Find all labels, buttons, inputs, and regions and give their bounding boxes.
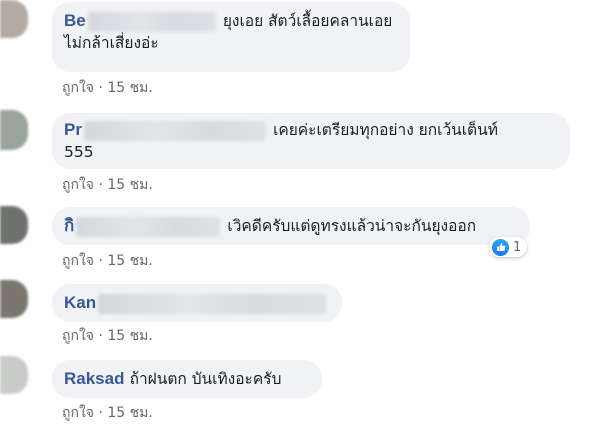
like-button[interactable]: ถูกใจ — [62, 253, 94, 269]
like-button[interactable]: ถูกใจ — [62, 405, 94, 421]
comment-actions: ถูกใจ · 15 ชม. — [62, 250, 153, 272]
redacted-name — [87, 11, 216, 32]
comment-actions: ถูกใจ · 15 ชม. — [62, 77, 153, 99]
separator: · — [98, 253, 103, 269]
comment-actions: ถูกใจ · 15 ชม. — [62, 174, 153, 196]
like-button[interactable]: ถูกใจ — [62, 328, 94, 344]
separator: · — [98, 80, 103, 96]
comment-author[interactable]: กิ — [64, 216, 74, 235]
comment-author[interactable]: Pr — [64, 120, 82, 139]
comment-actions: ถูกใจ · 15 ชม. — [62, 325, 153, 347]
like-button[interactable]: ถูกใจ — [62, 177, 94, 193]
comment-text: เคยค่ะเตรียมทุกอย่าง ยกเว้นเต็นท์ — [273, 121, 498, 139]
comment-author[interactable]: Raksad — [64, 369, 124, 388]
separator: · — [98, 328, 103, 344]
comment-text: ไม่กล้าเสี่ยงอ่ะ — [64, 34, 159, 52]
redacted-name — [98, 293, 327, 314]
reaction-count[interactable]: 1 — [489, 237, 528, 257]
separator: · — [98, 405, 103, 421]
comment-bubble: Kan — [52, 284, 342, 322]
avatar[interactable] — [0, 0, 28, 38]
redacted-name — [76, 216, 221, 237]
comment-author[interactable]: Kan — [64, 293, 96, 312]
timestamp[interactable]: 15 ชม. — [107, 405, 152, 421]
avatar[interactable] — [0, 110, 28, 150]
comment-bubble: Be ยุงเอย สัตว์เลื้อยคลานเอย ไม่กล้าเสี่… — [52, 2, 410, 72]
comment-bubble: กิ เวิคดีครับแต่ดูทรงแล้วน่าจะกันยุงออก — [52, 207, 530, 245]
timestamp[interactable]: 15 ชม. — [107, 80, 152, 96]
timestamp[interactable]: 15 ชม. — [107, 328, 152, 344]
timestamp[interactable]: 15 ชม. — [107, 177, 152, 193]
comment-bubble: Raksad ถ้าฝนตก บันเทิงอะครับ — [52, 360, 322, 398]
separator: · — [98, 177, 103, 193]
comment-author[interactable]: Be — [64, 11, 86, 30]
comment-bubble: Pr เคยค่ะเตรียมทุกอย่าง ยกเว้นเต็นท์ 555 — [52, 113, 570, 169]
comment-text: 555 — [64, 143, 94, 161]
reaction-count-value: 1 — [513, 239, 522, 255]
thumbs-up-icon — [492, 238, 509, 256]
comment-text: ยุงเอย สัตว์เลื้อยคลานเอย — [222, 12, 393, 30]
comment-text: ถ้าฝนตก บันเทิงอะครับ — [129, 370, 282, 388]
like-button[interactable]: ถูกใจ — [62, 80, 94, 96]
avatar[interactable] — [0, 206, 28, 244]
avatar[interactable] — [0, 280, 28, 318]
timestamp[interactable]: 15 ชม. — [107, 253, 152, 269]
avatar[interactable] — [0, 356, 28, 394]
comment-text: เวิคดีครับแต่ดูทรงแล้วน่าจะกันยุงออก — [227, 217, 477, 235]
redacted-name — [83, 120, 266, 141]
comment-actions: ถูกใจ · 15 ชม. — [62, 402, 153, 424]
